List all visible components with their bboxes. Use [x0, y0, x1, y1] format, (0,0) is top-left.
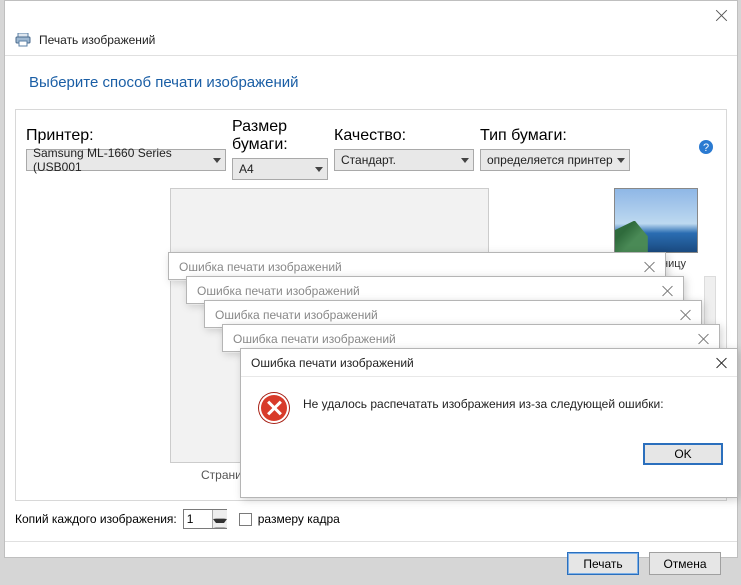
quality-select[interactable]: Стандарт. [334, 149, 474, 171]
close-icon[interactable] [715, 9, 729, 23]
copies-spinner[interactable] [183, 509, 227, 529]
titlebar [5, 1, 737, 31]
error-title: Ошибка печати изображений [197, 284, 360, 298]
error-title: Ошибка печати изображений [233, 332, 396, 346]
papertype-select[interactable]: определяется принтер [480, 149, 630, 171]
copies-row: Копий каждого изображения: размеру кадра [5, 501, 737, 537]
error-message: Не удалось распечатать изображения из-за… [303, 393, 664, 411]
ok-button[interactable]: OK [643, 443, 723, 465]
dialog-footer: Печать Отмена [5, 541, 737, 585]
printer-label: Принтер: [26, 127, 226, 145]
page-heading: Выберите способ печати изображений [5, 56, 737, 109]
error-icon [259, 393, 289, 423]
copies-input[interactable] [184, 512, 212, 526]
help-icon[interactable]: ? [696, 139, 716, 160]
error-title: Ошибка печати изображений [215, 308, 378, 322]
error-title: Ошибка печати изображений [251, 356, 414, 370]
papersize-label: Размер бумаги: [232, 118, 328, 154]
close-icon[interactable] [697, 332, 711, 346]
spin-down-icon[interactable] [213, 519, 227, 528]
cancel-button[interactable]: Отмена [649, 552, 721, 575]
fit-frame-label: размеру кадра [258, 512, 340, 526]
close-icon[interactable] [715, 356, 729, 370]
copies-label: Копий каждого изображения: [15, 512, 177, 526]
close-icon[interactable] [679, 308, 693, 322]
chevron-down-icon [617, 158, 625, 163]
close-icon[interactable] [661, 284, 675, 298]
chevron-down-icon [461, 158, 469, 163]
spin-up-icon[interactable] [213, 510, 227, 519]
quality-label: Качество: [334, 127, 474, 145]
window-title-text: Печать изображений [39, 33, 155, 47]
papersize-select[interactable]: A4 [232, 158, 328, 180]
fit-frame-checkbox[interactable] [239, 513, 252, 526]
error-title: Ошибка печати изображений [179, 260, 342, 274]
chevron-down-icon [213, 158, 221, 163]
chevron-down-icon [315, 167, 323, 172]
print-button[interactable]: Печать [567, 552, 639, 575]
close-icon[interactable] [643, 260, 657, 274]
error-titlebar: Ошибка печати изображений [241, 349, 737, 377]
printer-icon [15, 33, 31, 47]
error-dialog: Ошибка печати изображений Не удалось рас… [240, 348, 738, 498]
layout-thumbnail[interactable] [614, 188, 698, 253]
printer-select[interactable]: Samsung ML-1660 Series (USB001 [26, 149, 226, 171]
window-subtitle: Печать изображений [5, 31, 737, 56]
papertype-label: Тип бумаги: [480, 127, 630, 145]
svg-text:?: ? [703, 142, 709, 154]
